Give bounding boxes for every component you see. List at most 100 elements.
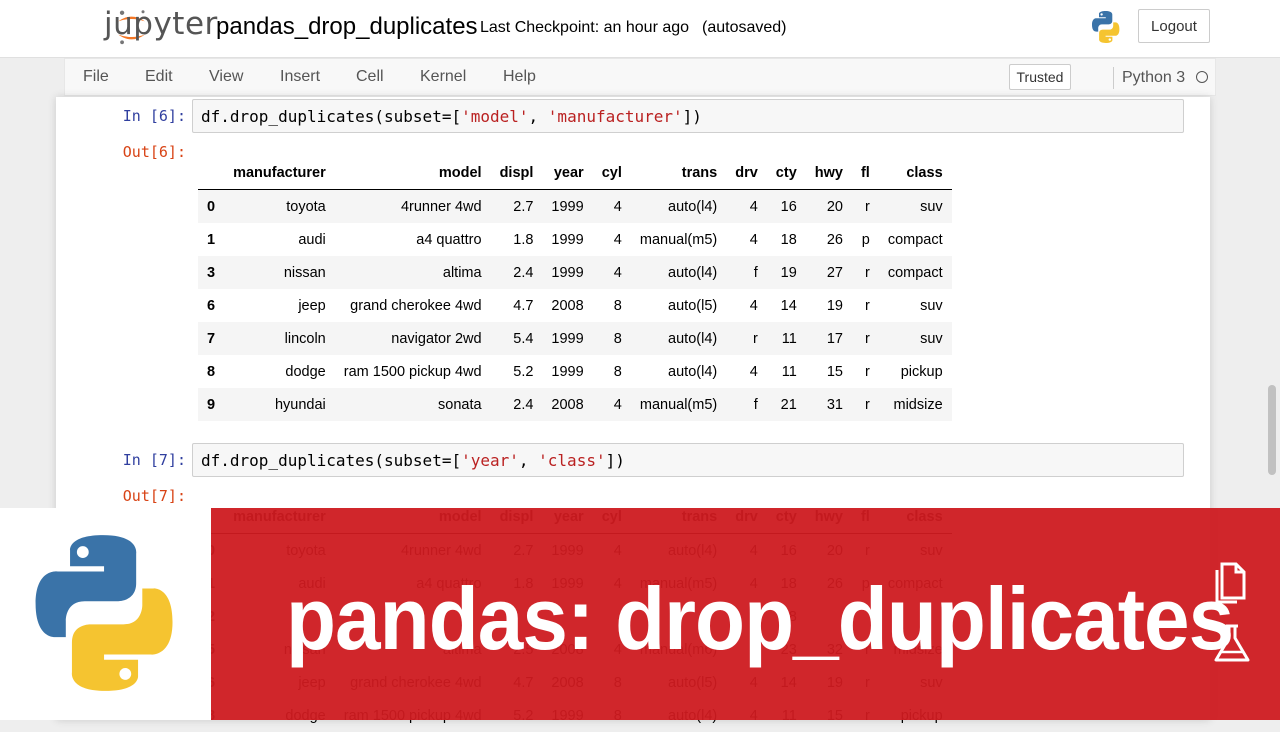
kernel-idle-indicator-icon xyxy=(1196,71,1208,83)
table-cell: 4runner 4wd xyxy=(400,198,482,215)
notebook-name[interactable]: pandas_drop_duplicates xyxy=(216,13,478,41)
kernel-separator xyxy=(1113,67,1114,89)
logout-button[interactable]: Logout xyxy=(1138,9,1210,43)
table-cell: 19 xyxy=(780,264,797,281)
table-cell: 4 xyxy=(749,297,758,314)
menu-help[interactable]: Help xyxy=(503,68,536,86)
row-index: 7 xyxy=(207,330,216,347)
table-cell: 21 xyxy=(780,396,797,413)
menu-insert[interactable]: Insert xyxy=(280,68,320,86)
table-row: 9 hyundai sonata 2.4 2008 4 manual(m5) f 21 31 r mi… xyxy=(198,388,952,421)
table-cell: r xyxy=(864,363,870,380)
table-cell: r xyxy=(864,297,870,314)
table-cell: compact xyxy=(887,264,943,281)
code-text[interactable]: df.drop_duplicates(subset=['year', 'clas… xyxy=(201,451,625,470)
row-index: 8 xyxy=(207,363,216,380)
documents-icon xyxy=(1215,562,1246,604)
table-cell: manual(m5) xyxy=(639,231,718,248)
table-cell: 1999 xyxy=(551,363,584,380)
table-cell: grand cherokee 4wd xyxy=(350,297,482,314)
code-text[interactable]: df.drop_duplicates(subset=['model', 'man… xyxy=(201,107,702,126)
code-cell-input[interactable]: df.drop_duplicates(subset=['model', 'man… xyxy=(192,99,1184,133)
table-cell: 4 xyxy=(613,264,622,281)
column-header: trans xyxy=(630,156,727,190)
table-cell: 19 xyxy=(826,297,843,314)
table-cell: nissan xyxy=(283,264,326,281)
table-row: 6 jeep grand cherokee 4wd 4.7 2008 8 auto(l5) 4… xyxy=(198,289,952,322)
table-cell: 4 xyxy=(749,231,758,248)
table-cell: suv xyxy=(920,297,943,314)
trusted-button[interactable]: Trusted xyxy=(1009,64,1071,90)
table-cell: auto(l4) xyxy=(668,363,718,380)
table-cell: 4 xyxy=(749,363,758,380)
table-cell: 31 xyxy=(826,396,843,413)
banner-title: pandas: drop_duplicates xyxy=(286,569,1234,668)
input-prompt: In [6]: xyxy=(122,107,186,125)
table-cell: 8 xyxy=(613,363,622,380)
column-header: year xyxy=(542,156,593,190)
table-cell: 1999 xyxy=(551,231,584,248)
menubar: File Edit View Insert Cell Kernel Help T… xyxy=(64,58,1216,96)
table-cell: 2.7 xyxy=(513,198,534,215)
menu-kernel[interactable]: Kernel xyxy=(420,68,466,86)
dataframe-output: manufacturermodeldisplyearcyltransdrvcty… xyxy=(198,156,952,421)
output-prompt: Out[7]: xyxy=(122,487,186,505)
table-cell: f xyxy=(753,396,758,413)
menu-view[interactable]: View xyxy=(209,68,243,86)
table-cell: 15 xyxy=(826,363,843,380)
table-cell: sonata xyxy=(438,396,482,413)
autosave-status: (autosaved) xyxy=(702,19,787,36)
table-cell: 4 xyxy=(613,231,622,248)
table-cell: 11 xyxy=(781,330,797,347)
table-cell: r xyxy=(864,264,870,281)
table-cell: r xyxy=(864,396,870,413)
menu-edit[interactable]: Edit xyxy=(145,68,173,86)
column-header: hwy xyxy=(805,156,852,190)
table-cell: 27 xyxy=(826,264,843,281)
code-cell-input[interactable]: df.drop_duplicates(subset=['year', 'clas… xyxy=(192,443,1184,477)
row-index: 3 xyxy=(207,264,216,281)
jupyter-wordmark[interactable]: jupyter xyxy=(104,6,218,42)
table-cell: 16 xyxy=(780,198,797,215)
column-header: cty xyxy=(766,156,806,190)
table-cell: a4 quattro xyxy=(416,231,482,248)
table-cell: 5.2 xyxy=(513,363,534,380)
column-header: model xyxy=(334,156,491,190)
table-cell: ram 1500 pickup 4wd xyxy=(343,363,482,380)
menu-file[interactable]: File xyxy=(83,68,109,86)
row-index: 1 xyxy=(207,231,216,248)
table-cell: 4 xyxy=(613,198,622,215)
kernel-name: Python 3 xyxy=(1122,69,1186,86)
table-cell: audi xyxy=(298,231,326,248)
row-index: 6 xyxy=(207,297,216,314)
scrollbar-thumb[interactable] xyxy=(1268,385,1276,475)
table-cell: 1999 xyxy=(551,330,584,347)
table-cell: suv xyxy=(920,330,943,347)
python-logo-icon xyxy=(35,535,173,691)
header: jupyter pandas_drop_duplicates Last Chec… xyxy=(0,0,1280,57)
table-cell: auto(l4) xyxy=(668,264,718,281)
column-header: fl xyxy=(851,156,879,190)
column-header: displ xyxy=(490,156,543,190)
table-cell: 11 xyxy=(781,363,797,380)
table-cell: pickup xyxy=(900,363,943,380)
checkpoint-status: Last Checkpoint: an hour ago xyxy=(480,19,690,36)
table-cell: 2008 xyxy=(551,396,584,413)
table-cell: r xyxy=(864,198,870,215)
table-cell: auto(l4) xyxy=(668,198,718,215)
table-cell: auto(l5) xyxy=(668,297,718,314)
menu-cell[interactable]: Cell xyxy=(356,68,384,86)
menubar-container: File Edit View Insert Cell Kernel Help T… xyxy=(0,57,1280,98)
table-cell: 26 xyxy=(826,231,843,248)
table-cell: 2008 xyxy=(551,297,584,314)
table-cell: 18 xyxy=(780,231,797,248)
row-index: 0 xyxy=(207,198,216,215)
table-header-row: manufacturermodeldisplyearcyltransdrvcty… xyxy=(198,156,952,190)
table-cell: f xyxy=(753,264,758,281)
table-cell: 1999 xyxy=(551,264,584,281)
table-cell: 17 xyxy=(826,330,843,347)
table-cell: 8 xyxy=(613,297,622,314)
table-cell: compact xyxy=(887,231,943,248)
table-cell: 4 xyxy=(749,198,758,215)
flask-icon xyxy=(1214,624,1250,662)
